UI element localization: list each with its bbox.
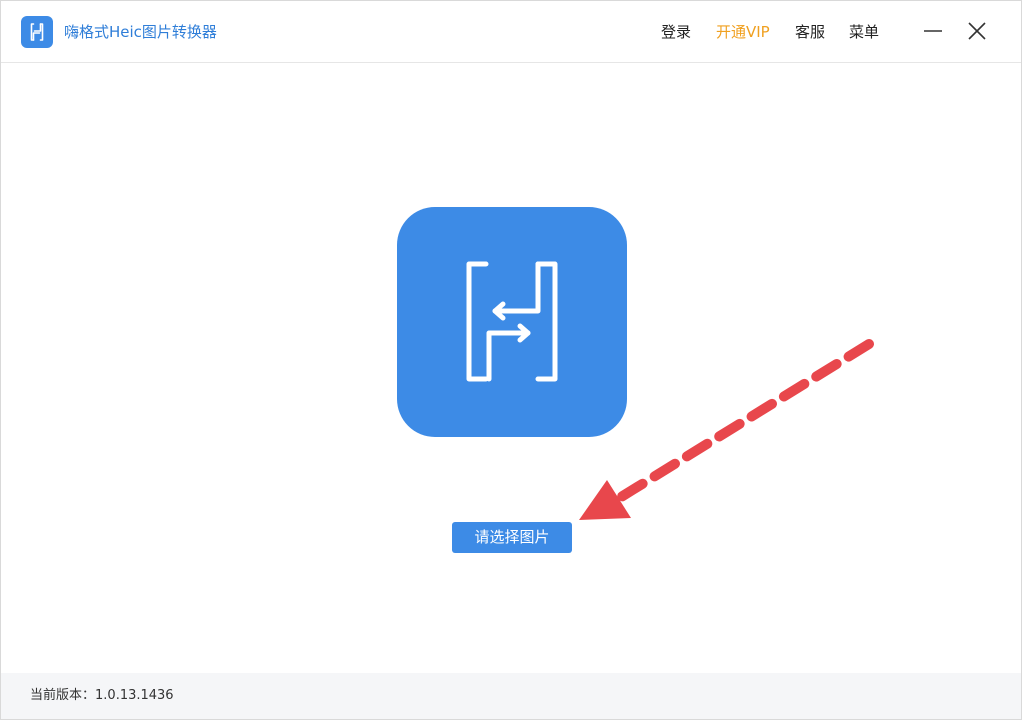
select-image-button[interactable]: 请选择图片 [452,522,572,553]
version-info: 当前版本：1.0.13.1436 [30,687,174,705]
app-title: 嗨格式Heic图片转换器 [64,23,217,41]
title-bar: 嗨格式Heic图片转换器 登录 开通VIP 客服 菜单 [1,1,1021,63]
support-link[interactable]: 客服 [795,21,825,43]
main-area: 请选择图片 [1,64,1021,673]
minimize-button[interactable] [919,19,947,45]
status-footer: 当前版本：1.0.13.1436 [1,673,1021,719]
minimize-icon [924,30,942,32]
app-window: 嗨格式Heic图片转换器 登录 开通VIP 客服 菜单 请选择图片 当前版本：1… [0,0,1022,720]
close-button[interactable] [963,19,991,45]
vip-link[interactable]: 开通VIP [716,21,770,43]
annotation-arrow-icon [579,339,874,520]
close-icon [968,22,986,40]
login-link[interactable]: 登录 [661,21,691,43]
version-label: 当前版本： [30,688,96,703]
version-number: 1.0.13.1436 [95,688,174,703]
app-logo-icon [21,16,53,48]
menu-link[interactable]: 菜单 [849,21,879,43]
